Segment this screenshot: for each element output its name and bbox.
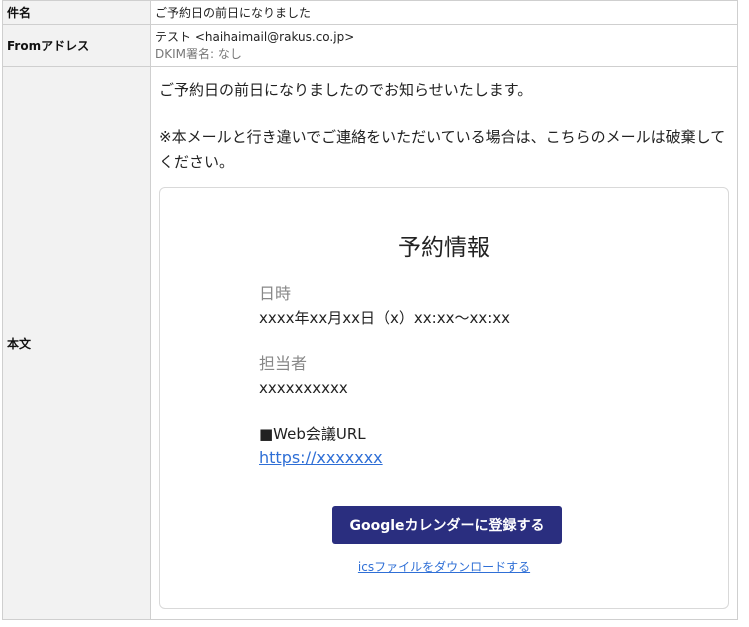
- subject-label: 件名: [2, 0, 151, 25]
- subject-value: ご予約日の前日になりました: [150, 0, 738, 25]
- body-cell: ご予約日の前日になりましたのでお知らせいたします。 ※本メールと行き違いでご連絡…: [150, 66, 738, 620]
- from-address: テスト <haihaimail@rakus.co.jp>: [155, 30, 355, 44]
- datetime-value: xxxx年xx月xx日（x）xx:xx〜xx:xx: [259, 308, 511, 327]
- body-label: 本文: [2, 66, 151, 620]
- staff-value: xxxxxxxxxx: [259, 378, 348, 397]
- datetime-label: 日時: [259, 283, 292, 303]
- web-meeting-title: ■Web会議URL: [259, 424, 366, 443]
- subject-row: 件名 ご予約日の前日になりました: [2, 0, 738, 25]
- body-paragraph-disclaimer: ※本メールと行き違いでご連絡をいただいている場合は、こちらのメールは破棄してくだ…: [159, 127, 726, 171]
- email-viewer: 件名 ご予約日の前日になりました Fromアドレス テスト <haihaimai…: [0, 0, 749, 627]
- web-meeting-block: ■Web会議URL https://xxxxxxx: [259, 422, 619, 470]
- body-paragraph-notice: ご予約日の前日になりましたのでお知らせいたします。: [159, 80, 533, 99]
- ics-download-link[interactable]: icsファイルをダウンロードする: [160, 558, 728, 575]
- from-row: Fromアドレス テスト <haihaimail@rakus.co.jp> DK…: [2, 24, 738, 67]
- reservation-info: 日時 xxxx年xx月xx日（x）xx:xx〜xx:xx 担当者 xxxxxxx…: [259, 282, 619, 492]
- card-title: 予約情報: [398, 234, 490, 261]
- body-row: 本文 ご予約日の前日になりましたのでお知らせいたします。 ※本メールと行き違いで…: [2, 66, 738, 620]
- staff-label: 担当者: [259, 353, 308, 373]
- from-cell: テスト <haihaimail@rakus.co.jp> DKIM署名: なし: [150, 24, 738, 67]
- staff-block: 担当者 xxxxxxxxxx: [259, 352, 619, 400]
- google-calendar-button[interactable]: Googleカレンダーに登録する: [332, 505, 562, 544]
- email-meta-table: 件名 ご予約日の前日になりました Fromアドレス テスト <haihaimai…: [2, 0, 738, 620]
- from-label: Fromアドレス: [2, 24, 151, 67]
- dkim-status: DKIM署名: なし: [155, 47, 242, 61]
- web-meeting-link[interactable]: https://xxxxxxx: [259, 448, 383, 467]
- reservation-card: 予約情報 日時 xxxx年xx月xx日（x）xx:xx〜xx:xx 担当者 xx…: [159, 186, 729, 609]
- datetime-block: 日時 xxxx年xx月xx日（x）xx:xx〜xx:xx: [259, 282, 619, 330]
